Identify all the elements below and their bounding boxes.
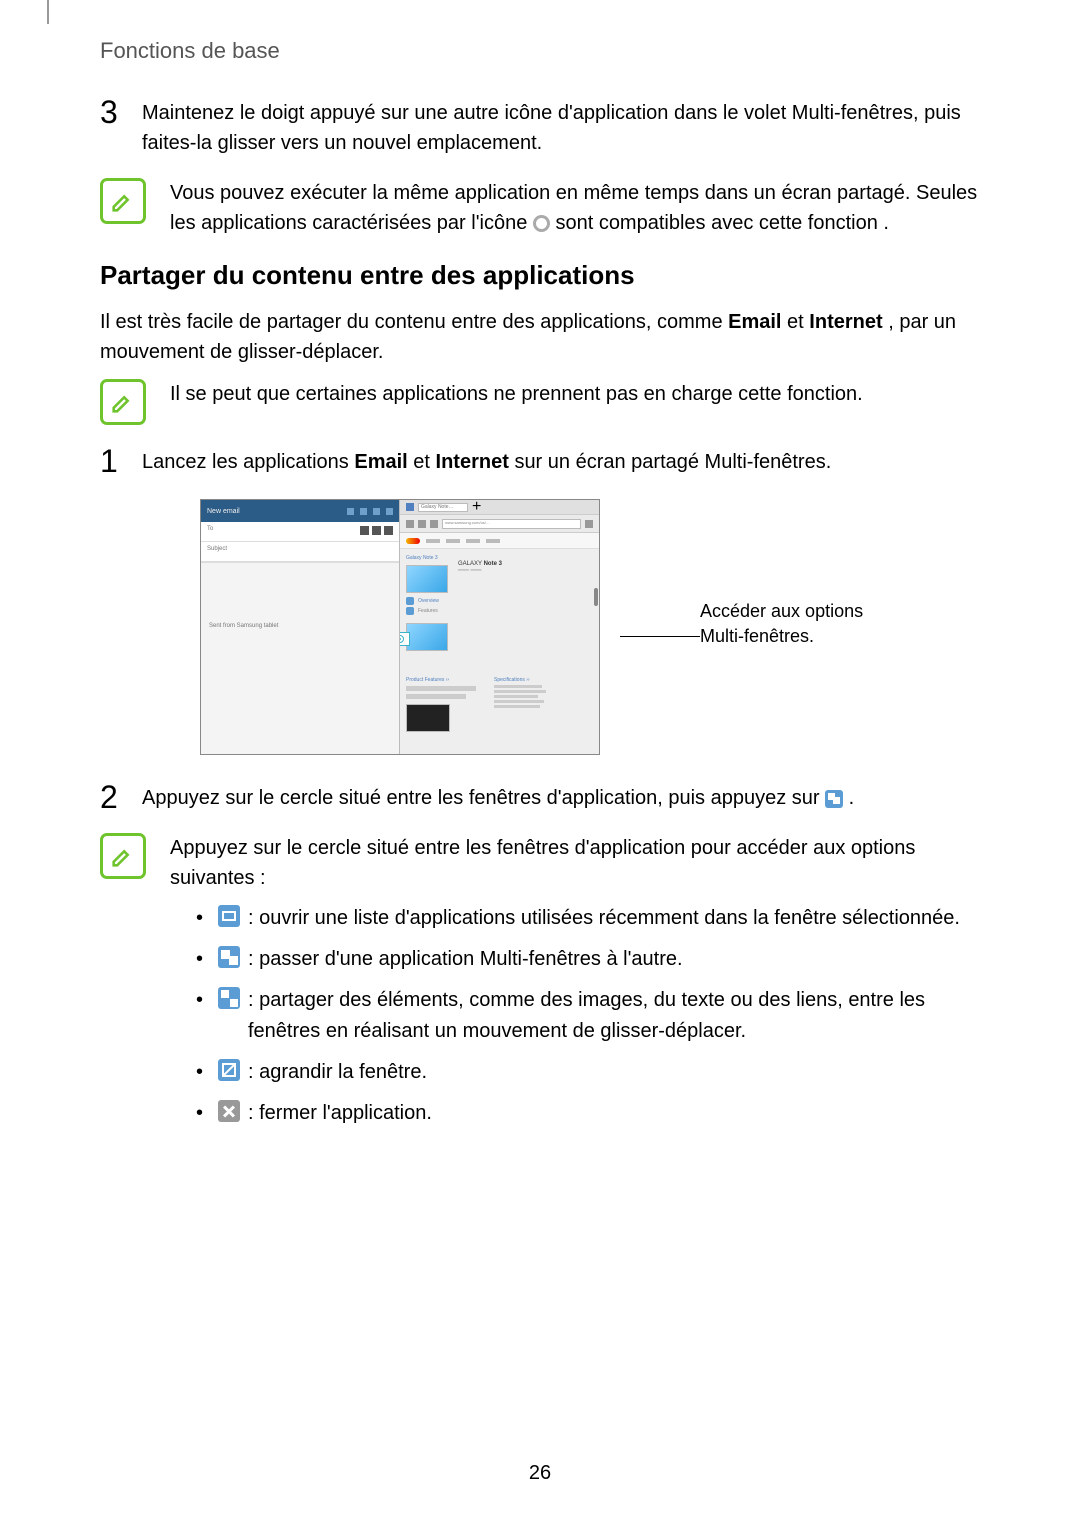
step1-after: sur un écran partagé Multi-fenêtres.	[514, 451, 831, 473]
expand-icon	[218, 1059, 240, 1081]
site-banner	[400, 533, 599, 549]
recent-apps-icon	[218, 905, 240, 927]
option-swap-text: : passer d'une application Multi-fenêtre…	[248, 948, 683, 970]
dual-app-icon	[533, 215, 550, 232]
bookmark-icon	[585, 520, 593, 528]
pencil-note-icon	[109, 187, 137, 215]
pencil-note-icon	[109, 388, 137, 416]
step-number-1: 1	[100, 445, 142, 477]
subject-field: Subject	[201, 542, 399, 562]
pencil-note-icon	[109, 842, 137, 870]
note-icon	[100, 833, 146, 879]
step2-before: Appuyez sur le cercle situé entre les fe…	[142, 787, 825, 809]
favorite-icon	[406, 503, 414, 511]
option-recent-apps: : ouvrir une liste d'applications utilis…	[196, 903, 990, 934]
option-share: : partager des éléments, comme des image…	[196, 985, 990, 1047]
note-1: Vous pouvez exécuter la même application…	[100, 178, 990, 238]
step-3: 3 Maintenez le doigt appuyé sur une autr…	[100, 98, 990, 158]
step1-mid: et	[413, 451, 435, 473]
menu-icon	[386, 508, 393, 515]
url-field: www.samsung.com/us/…	[442, 519, 581, 529]
note-2: Il se peut que certaines applications ne…	[100, 379, 990, 425]
intro-mid: et	[787, 311, 809, 333]
intro-paragraph: Il est très facile de partager du conten…	[100, 307, 990, 367]
to-icons	[360, 526, 393, 535]
swap-icon	[218, 946, 240, 968]
to-field: To	[201, 522, 399, 542]
note-2-text: Il se peut que certaines applications ne…	[170, 379, 990, 409]
note-icon	[100, 178, 146, 224]
nav-bar: www.samsung.com/us/…	[400, 515, 599, 533]
step-1: 1 Lancez les applications Email et Inter…	[100, 447, 990, 477]
add-tab-icon: +	[472, 500, 481, 516]
page-edge	[47, 0, 49, 24]
step-1-text: Lancez les applications Email et Interne…	[142, 447, 990, 477]
page-content: Fonctions de base 3 Maintenez le doigt a…	[0, 0, 1080, 1139]
email-toolbar: New email	[201, 500, 399, 522]
option-recent-apps-text: : ouvrir une liste d'applications utilis…	[248, 907, 960, 929]
home-icon	[430, 520, 438, 528]
note-1-text: Vous pouvez exécuter la même application…	[170, 178, 990, 238]
multiwindow-screenshot: New email To Subject Sent from Samsung t…	[200, 499, 600, 755]
page-title: Fonctions de base	[100, 38, 990, 64]
email-pane: New email To Subject Sent from Samsung t…	[201, 500, 400, 754]
page-number: 26	[0, 1462, 1080, 1485]
options-list: : ouvrir une liste d'applications utilis…	[196, 903, 990, 1129]
multiwindow-handle	[400, 632, 410, 646]
page-body: Galaxy Note 3 Overview Features GALAXY N…	[400, 549, 599, 742]
step2-after: .	[849, 787, 855, 809]
section-heading: Partager du contenu entre des applicatio…	[100, 260, 990, 291]
option-close: : fermer l'application.	[196, 1098, 990, 1129]
step1-before: Lancez les applications	[142, 451, 354, 473]
attach-icon	[347, 508, 354, 515]
fwd-icon	[418, 520, 426, 528]
note-1-after: sont compatibles avec cette fonction .	[555, 212, 889, 234]
intro-bold-email: Email	[728, 311, 781, 333]
share-icon	[218, 987, 240, 1009]
note-icon	[100, 379, 146, 425]
back-icon	[406, 520, 414, 528]
intro-bold-internet: Internet	[809, 311, 882, 333]
share-handle-icon	[825, 790, 843, 808]
figure-caption: Accéder aux options Multi-fenêtres.	[700, 599, 890, 649]
intro-before: Il est très facile de partager du conten…	[100, 311, 728, 333]
signature-text: Sent from Samsung tablet	[201, 563, 399, 629]
step-number-2: 2	[100, 781, 142, 813]
step1-bold-email: Email	[354, 451, 407, 473]
email-title-label: New email	[207, 508, 240, 515]
option-share-text: : partager des éléments, comme des image…	[248, 989, 925, 1042]
close-icon	[218, 1100, 240, 1122]
logo-icon	[406, 538, 420, 544]
figure-wrap: New email To Subject Sent from Samsung t…	[100, 499, 990, 755]
step-2: 2 Appuyez sur le cercle situé entre les …	[100, 783, 990, 813]
tabs-bar: Galaxy Note… +	[400, 500, 599, 515]
browser-tab: Galaxy Note…	[418, 503, 468, 512]
note-3-text: Appuyez sur le cercle situé entre les fe…	[170, 833, 990, 893]
option-expand-text: : agrandir la fenêtre.	[248, 1061, 427, 1083]
option-expand: : agrandir la fenêtre.	[196, 1057, 990, 1088]
browser-pane: Galaxy Note… + www.samsung.com/us/… Gala…	[400, 500, 599, 754]
step-3-text: Maintenez le doigt appuyé sur une autre …	[142, 98, 990, 158]
step-2-text: Appuyez sur le cercle situé entre les fe…	[142, 783, 990, 813]
send-icon	[373, 508, 380, 515]
option-close-text: : fermer l'application.	[248, 1102, 432, 1124]
scrollbar	[594, 588, 598, 606]
email-toolbar-icons	[347, 508, 393, 515]
step-number-3: 3	[100, 96, 142, 128]
note-3-body: Appuyez sur le cercle situé entre les fe…	[170, 833, 990, 1139]
note-3: Appuyez sur le cercle situé entre les fe…	[100, 833, 990, 1139]
step1-bold-internet: Internet	[436, 451, 509, 473]
callout-line	[620, 636, 700, 637]
save-icon	[360, 508, 367, 515]
option-swap: : passer d'une application Multi-fenêtre…	[196, 944, 990, 975]
